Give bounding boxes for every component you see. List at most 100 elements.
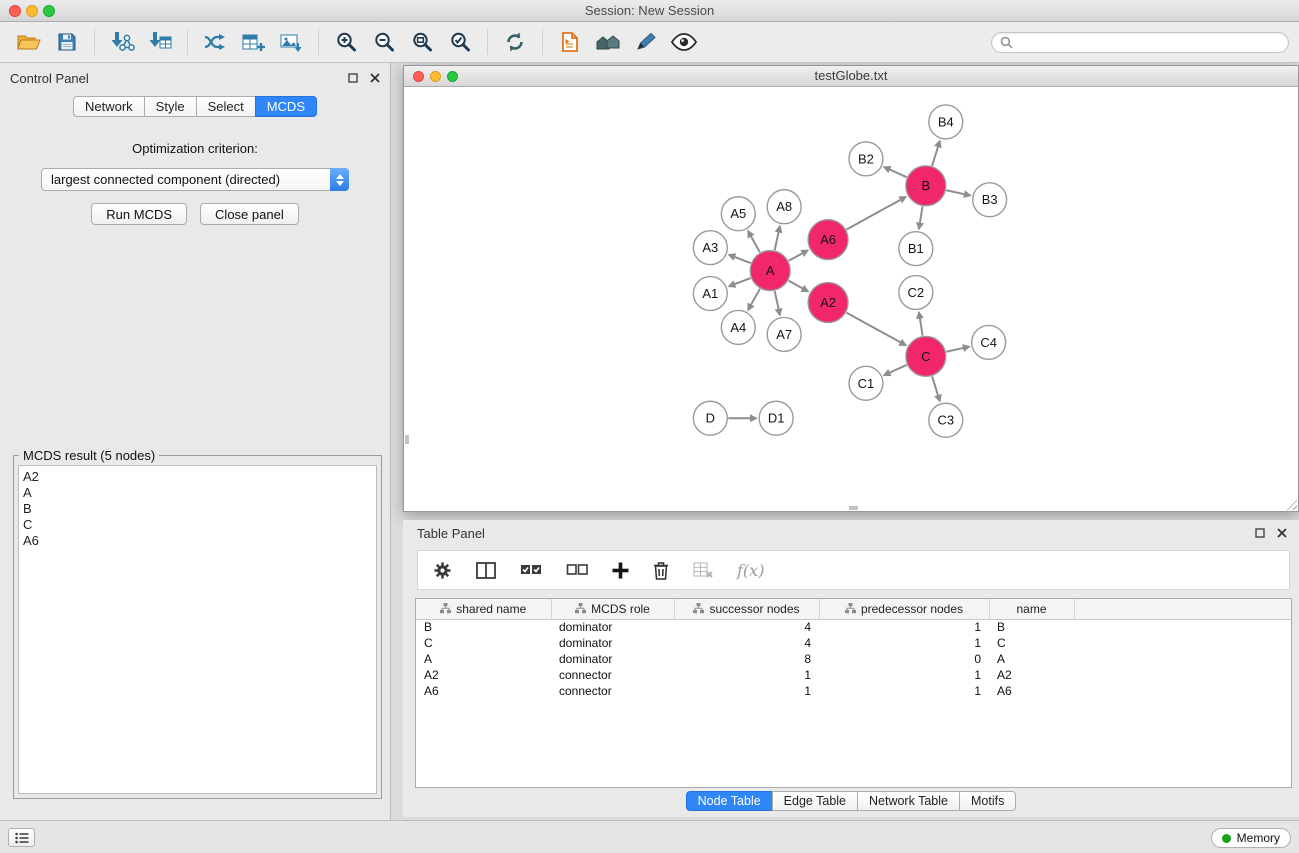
graph-node-C2[interactable]: C2: [899, 276, 933, 310]
open-session-button[interactable]: [10, 26, 48, 58]
graph-edge-C-C1[interactable]: [884, 365, 907, 375]
memory-button[interactable]: Memory: [1211, 828, 1291, 848]
table-row[interactable]: Bdominator41B: [416, 619, 1291, 635]
graph-edge-B-B3[interactable]: [946, 190, 970, 195]
home-button[interactable]: [589, 26, 627, 58]
new-table-button[interactable]: [234, 26, 272, 58]
zoom-fit-button[interactable]: [403, 26, 441, 58]
close-window-button[interactable]: [9, 5, 21, 17]
graph-edge-B-B2[interactable]: [884, 167, 907, 177]
import-network-button[interactable]: [103, 26, 141, 58]
graph-node-D1[interactable]: D1: [759, 401, 793, 435]
minimize-window-button[interactable]: [26, 5, 38, 17]
network-window-titlebar[interactable]: testGlobe.txt: [404, 66, 1298, 87]
network-canvas[interactable]: AA6A2BCA5A8A3A1A4A7B2B4B3B1C2C1C4C3DD1: [404, 88, 1298, 511]
network-view-window[interactable]: testGlobe.txt AA6A2BCA5A8A3A1A4A7B2B4B3B…: [403, 65, 1299, 512]
graph-edge-A-A4[interactable]: [748, 289, 760, 310]
tab-edge-table[interactable]: Edge Table: [772, 791, 858, 811]
mcds-result-item[interactable]: C: [23, 517, 372, 533]
column-header-shared-name[interactable]: shared name: [416, 599, 551, 619]
graph-node-A2[interactable]: A2: [808, 283, 848, 323]
close-table-panel-icon[interactable]: [1275, 526, 1289, 540]
mcds-result-item[interactable]: A: [23, 485, 372, 501]
graph-node-A6[interactable]: A6: [808, 220, 848, 260]
network-graph[interactable]: AA6A2BCA5A8A3A1A4A7B2B4B3B1C2C1C4C3DD1: [404, 88, 1298, 511]
tab-network-table[interactable]: Network Table: [857, 791, 960, 811]
export-image-button[interactable]: [272, 26, 310, 58]
mcds-result-list[interactable]: A2ABCA6: [18, 465, 377, 794]
mcds-result-item[interactable]: B: [23, 501, 372, 517]
save-session-button[interactable]: [48, 26, 86, 58]
graph-node-A3[interactable]: A3: [693, 231, 727, 265]
graph-edge-B-B4[interactable]: [932, 141, 940, 166]
graph-node-B3[interactable]: B3: [973, 183, 1007, 217]
new-network-button[interactable]: [196, 26, 234, 58]
run-mcds-button[interactable]: Run MCDS: [91, 203, 187, 225]
refresh-layout-button[interactable]: [496, 26, 534, 58]
delete-table-button[interactable]: [693, 555, 713, 585]
tab-motifs[interactable]: Motifs: [959, 791, 1016, 811]
mcds-result-item[interactable]: A6: [23, 533, 372, 549]
graph-node-B[interactable]: B: [906, 166, 946, 206]
graph-node-C[interactable]: C: [906, 336, 946, 376]
document-button[interactable]: [551, 26, 589, 58]
delete-column-button[interactable]: [653, 555, 669, 585]
graph-node-C3[interactable]: C3: [929, 403, 963, 437]
select-all-button[interactable]: [520, 555, 542, 585]
table-row[interactable]: Cdominator41C: [416, 635, 1291, 651]
table-row[interactable]: A6connector11A6: [416, 683, 1291, 699]
graph-node-A1[interactable]: A1: [693, 277, 727, 311]
graph-edge-A-A8[interactable]: [775, 226, 780, 250]
graph-node-C4[interactable]: C4: [972, 325, 1006, 359]
float-table-panel-icon[interactable]: [1253, 526, 1267, 540]
horizontal-scroll-mark[interactable]: [849, 506, 858, 510]
deselect-all-button[interactable]: [566, 555, 588, 585]
graph-edge-C-C4[interactable]: [946, 347, 969, 352]
function-builder-button[interactable]: f(x): [737, 555, 764, 585]
graph-node-A8[interactable]: A8: [767, 190, 801, 224]
zoom-in-button[interactable]: [327, 26, 365, 58]
zoom-window-button[interactable]: [43, 5, 55, 17]
mcds-result-item[interactable]: A2: [23, 469, 372, 485]
window-titlebar[interactable]: Session: New Session: [0, 0, 1299, 22]
column-header-mcds-role[interactable]: MCDS role: [551, 599, 674, 619]
graph-node-B4[interactable]: B4: [929, 105, 963, 139]
tab-node-table[interactable]: Node Table: [686, 791, 773, 811]
tab-select[interactable]: Select: [196, 96, 256, 117]
graph-edge-C-C2[interactable]: [919, 312, 923, 335]
graph-edge-A-A6[interactable]: [789, 250, 808, 260]
graph-edge-A-A1[interactable]: [729, 278, 751, 286]
zoom-selected-button[interactable]: [441, 26, 479, 58]
zoom-network-window-button[interactable]: [447, 71, 458, 82]
column-header-name[interactable]: name: [989, 599, 1074, 619]
graph-edge-A-A5[interactable]: [748, 231, 760, 252]
node-table-container[interactable]: shared name MCDS role successor nodes pr…: [415, 598, 1292, 788]
table-row[interactable]: Adominator80A: [416, 651, 1291, 667]
table-row[interactable]: A2connector11A2: [416, 667, 1291, 683]
graph-node-B1[interactable]: B1: [899, 232, 933, 266]
pen-button[interactable]: [627, 26, 665, 58]
graph-node-A7[interactable]: A7: [767, 317, 801, 351]
graph-edge-A2-C[interactable]: [846, 313, 905, 346]
eye-button[interactable]: [665, 26, 703, 58]
column-header-predecessor-nodes[interactable]: predecessor nodes: [819, 599, 989, 619]
graph-edge-B-B1[interactable]: [919, 206, 923, 228]
vertical-scroll-mark[interactable]: [405, 435, 409, 444]
graph-node-A[interactable]: A: [750, 251, 790, 291]
graph-node-A4[interactable]: A4: [721, 310, 755, 344]
graph-node-C1[interactable]: C1: [849, 366, 883, 400]
zoom-out-button[interactable]: [365, 26, 403, 58]
close-network-window-button[interactable]: [413, 71, 424, 82]
table-settings-button[interactable]: [433, 555, 452, 585]
float-panel-icon[interactable]: [346, 71, 360, 85]
close-panel-icon[interactable]: [368, 71, 382, 85]
graph-node-B2[interactable]: B2: [849, 142, 883, 176]
graph-edge-C-C3[interactable]: [932, 376, 940, 401]
criterion-dropdown[interactable]: largest connected component (directed): [41, 168, 349, 191]
graph-node-D[interactable]: D: [693, 401, 727, 435]
column-header-successor-nodes[interactable]: successor nodes: [674, 599, 819, 619]
minimize-network-window-button[interactable]: [430, 71, 441, 82]
add-column-button[interactable]: [612, 555, 629, 585]
search-box[interactable]: [991, 32, 1289, 53]
tab-mcds[interactable]: MCDS: [255, 96, 317, 117]
